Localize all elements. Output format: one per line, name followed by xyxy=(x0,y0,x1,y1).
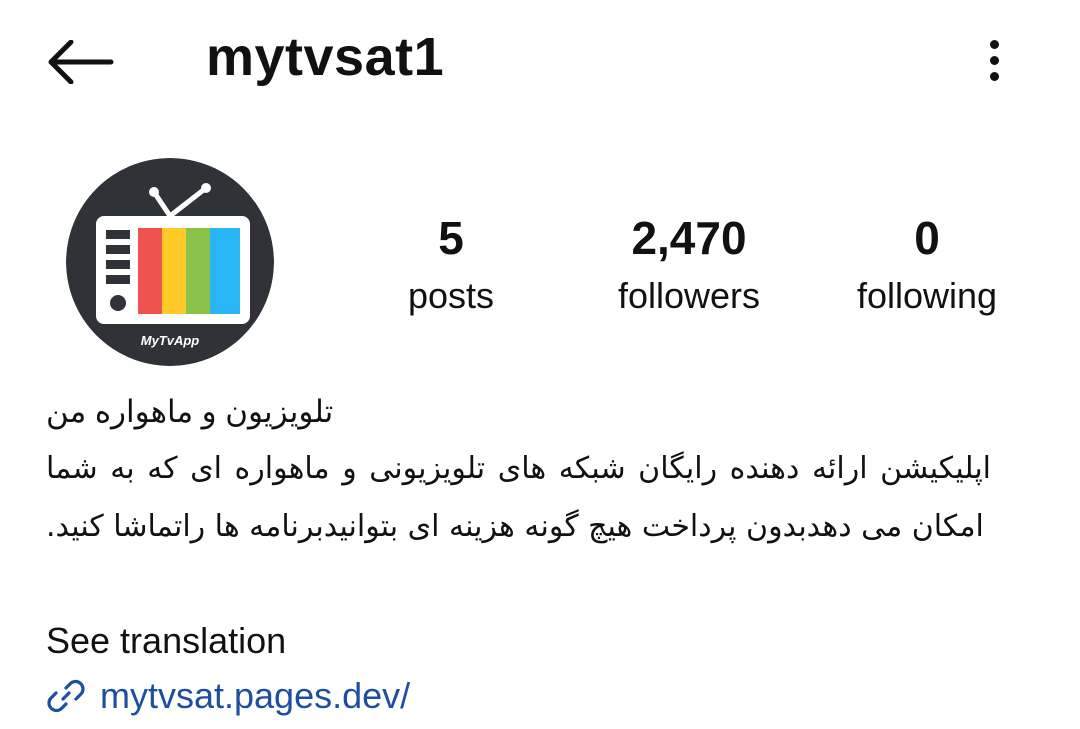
bio-text: اپلیکیشن ارائه دهنده رایگان شبکه های تلو… xyxy=(46,451,991,544)
more-vertical-icon-dot xyxy=(989,71,999,81)
stat-posts[interactable]: 5 posts xyxy=(341,210,561,326)
more-options-button[interactable] xyxy=(968,30,1020,90)
profile-stats: 5 posts 2,470 followers 0 following xyxy=(0,210,1080,330)
stat-following-label: following xyxy=(856,275,998,316)
bio-name: تلویزیون و ماهواره من xyxy=(46,394,334,429)
stat-following[interactable]: 0 following xyxy=(817,210,1037,326)
website-link[interactable]: mytvsat.pages.dev/ xyxy=(46,672,410,720)
stat-posts-label: posts xyxy=(407,275,495,316)
back-button[interactable] xyxy=(40,30,120,94)
stat-followers[interactable]: 2,470 followers xyxy=(579,210,799,326)
stat-following-value: 0 xyxy=(914,212,940,264)
arrow-left-icon xyxy=(48,40,114,84)
stat-followers-value: 2,470 xyxy=(631,212,747,264)
stat-posts-value: 5 xyxy=(438,212,464,264)
stat-followers-label: followers xyxy=(617,275,761,316)
more-vertical-icon xyxy=(989,39,999,49)
more-vertical-icon-dot xyxy=(989,55,999,65)
see-translation-link[interactable]: See translation xyxy=(46,620,286,662)
profile-username: mytvsat1 xyxy=(206,27,445,87)
avatar-caption: MyTvApp xyxy=(141,333,200,348)
top-bar: mytvsat1 xyxy=(0,0,1080,120)
profile-bio: تلویزیون و ماهواره من اپلیکیشن ارائه دهن… xyxy=(46,390,1006,556)
link-icon xyxy=(47,679,85,713)
website-link-text: mytvsat.pages.dev/ xyxy=(100,675,411,716)
